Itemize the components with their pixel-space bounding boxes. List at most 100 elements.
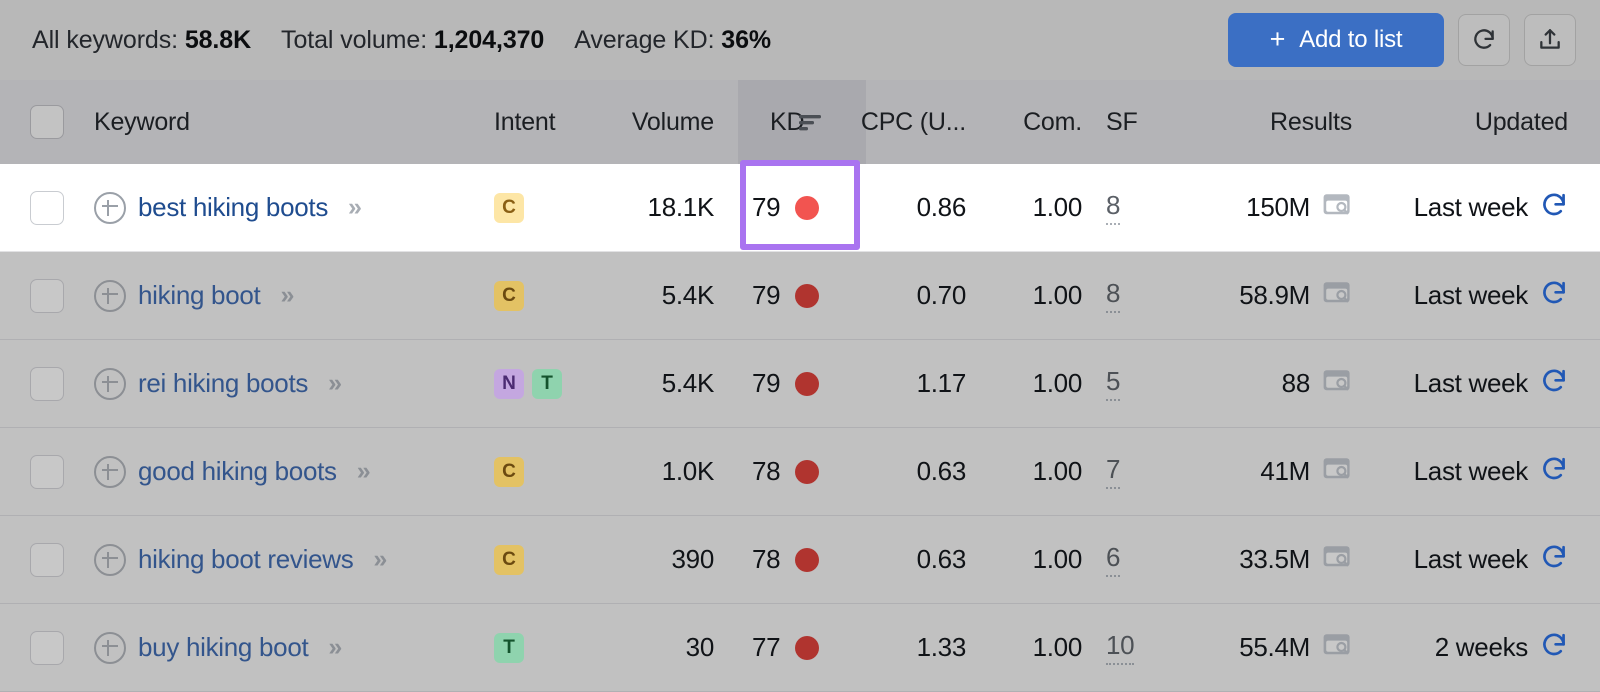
column-header-intent[interactable]: Intent: [494, 80, 604, 164]
column-header-volume[interactable]: Volume: [600, 80, 714, 164]
update-refresh-icon[interactable]: [1540, 191, 1568, 224]
serp-preview-icon[interactable]: [1322, 544, 1352, 575]
intent-badge-t[interactable]: T: [494, 632, 524, 663]
row-checkbox[interactable]: [30, 366, 64, 401]
serp-features-value[interactable]: 6: [1106, 542, 1120, 577]
column-header-updated[interactable]: Updated: [1378, 80, 1568, 164]
serp-features-cell: 10: [1106, 604, 1152, 692]
keyword-link[interactable]: rei hiking boots: [138, 368, 308, 399]
keyword-link[interactable]: hiking boot: [138, 280, 261, 311]
keyword-magic-tool-table: All keywords: 58.8K Total volume: 1,204,…: [0, 0, 1600, 692]
serp-features-cell: 7: [1106, 428, 1152, 516]
intent-badge-c[interactable]: C: [494, 544, 524, 575]
row-checkbox[interactable]: [30, 190, 64, 225]
serp-preview-icon[interactable]: [1322, 280, 1352, 311]
expand-keyword-icon[interactable]: »: [280, 281, 294, 310]
serp-features-value[interactable]: 8: [1106, 190, 1120, 225]
keyword-link[interactable]: hiking boot reviews: [138, 544, 354, 575]
cpc-value: 0.86: [916, 192, 967, 222]
add-keyword-icon[interactable]: [94, 455, 126, 488]
results-value: 41M: [1260, 456, 1310, 486]
keyword-cell: hiking boot »: [94, 252, 474, 340]
intent-cell: T: [494, 604, 604, 692]
cpc-cell: 1.33: [862, 604, 967, 692]
serp-features-value[interactable]: 8: [1106, 278, 1120, 313]
select-all-checkbox[interactable]: [30, 105, 64, 139]
update-refresh-icon[interactable]: [1540, 455, 1568, 488]
volume-value: 390: [671, 544, 715, 574]
column-header-keyword[interactable]: Keyword: [94, 80, 474, 164]
intent-badge-c[interactable]: C: [494, 456, 524, 487]
serp-preview-icon[interactable]: [1322, 192, 1352, 223]
add-keyword-icon[interactable]: [94, 631, 126, 664]
kd-cell: 79: [752, 340, 852, 428]
expand-keyword-icon[interactable]: »: [357, 457, 371, 486]
intent-badge-c[interactable]: C: [494, 280, 524, 311]
add-keyword-icon[interactable]: [94, 191, 126, 224]
cpc-cell: 0.63: [862, 428, 967, 516]
add-to-list-button[interactable]: + Add to list: [1228, 13, 1444, 67]
updated-value: Last week: [1413, 456, 1529, 486]
expand-keyword-icon[interactable]: »: [328, 633, 342, 662]
results-value: 88: [1281, 368, 1311, 398]
table-header-row: Keyword Intent Volume KD CPC (U... Com. …: [0, 80, 1600, 164]
serp-preview-icon[interactable]: [1322, 456, 1352, 487]
column-header-cpc[interactable]: CPC (U...: [861, 80, 966, 164]
intent-badge-n[interactable]: N: [494, 368, 524, 399]
results-cell: 58.9M: [1160, 252, 1352, 340]
cpc-value: 0.63: [916, 544, 967, 574]
updated-cell: Last week: [1378, 164, 1568, 252]
column-header-results[interactable]: Results: [1160, 80, 1352, 164]
refresh-button[interactable]: [1458, 14, 1510, 66]
kd-cell: 77: [752, 604, 852, 692]
keywords-table: Keyword Intent Volume KD CPC (U... Com. …: [0, 80, 1600, 692]
table-row[interactable]: buy hiking boot » T 30 77 1.33 1.00 10 55.4M 2 we…: [0, 604, 1600, 692]
expand-keyword-icon[interactable]: »: [373, 545, 387, 574]
table-row[interactable]: good hiking boots » C 1.0K 78 0.63 1.00 7 41M Las…: [0, 428, 1600, 516]
add-keyword-icon[interactable]: [94, 367, 126, 400]
expand-keyword-icon[interactable]: »: [328, 369, 342, 398]
serp-preview-icon[interactable]: [1322, 632, 1352, 663]
row-checkbox[interactable]: [30, 630, 64, 665]
column-header-volume-label: Volume: [631, 107, 714, 136]
stat-average-kd-value: 36%: [721, 25, 772, 54]
expand-keyword-icon[interactable]: »: [348, 193, 362, 222]
keyword-link[interactable]: good hiking boots: [138, 456, 337, 487]
serp-preview-icon[interactable]: [1322, 368, 1352, 399]
intent-cell: C: [494, 516, 604, 604]
table-row[interactable]: rei hiking boots » N T 5.4K 79 1.17 1.00 5 88 Last…: [0, 340, 1600, 428]
row-select-cell: [30, 428, 74, 516]
table-row[interactable]: hiking boot reviews » C 390 78 0.63 1.00 6 33.5M…: [0, 516, 1600, 604]
update-refresh-icon[interactable]: [1540, 543, 1568, 576]
row-checkbox[interactable]: [30, 278, 64, 313]
update-refresh-icon[interactable]: [1540, 279, 1568, 312]
keyword-link[interactable]: best hiking boots: [138, 192, 328, 223]
column-header-sf-label: SF: [1106, 107, 1138, 136]
kd-cell: 78: [752, 516, 852, 604]
serp-features-value[interactable]: 5: [1106, 366, 1120, 401]
intent-badge-c[interactable]: C: [494, 192, 524, 223]
update-refresh-icon[interactable]: [1540, 631, 1568, 664]
keyword-link[interactable]: buy hiking boot: [138, 632, 309, 663]
update-refresh-icon[interactable]: [1540, 367, 1568, 400]
kd-difficulty-dot: [795, 459, 820, 484]
column-header-kd[interactable]: KD: [770, 80, 860, 164]
intent-badge-t[interactable]: T: [532, 368, 562, 399]
export-button[interactable]: [1524, 14, 1576, 66]
table-body: best hiking boots » C 18.1K 79 0.86 1.00 8 150M L…: [0, 164, 1600, 692]
add-keyword-icon[interactable]: [94, 279, 126, 312]
updated-value: Last week: [1413, 544, 1529, 574]
serp-features-value[interactable]: 10: [1106, 630, 1135, 665]
serp-features-value[interactable]: 7: [1106, 454, 1120, 489]
kd-value: 79: [752, 192, 781, 222]
table-row[interactable]: hiking boot » C 5.4K 79 0.70 1.00 8 58.9M Last we…: [0, 252, 1600, 340]
row-checkbox[interactable]: [30, 542, 64, 577]
sort-descending-icon[interactable]: [795, 110, 825, 134]
add-keyword-icon[interactable]: [94, 543, 126, 576]
row-checkbox[interactable]: [30, 454, 64, 489]
results-value: 58.9M: [1239, 280, 1310, 310]
column-header-sf[interactable]: SF: [1106, 80, 1152, 164]
table-row[interactable]: best hiking boots » C 18.1K 79 0.86 1.00 8 150M L…: [0, 164, 1600, 252]
column-header-updated-label: Updated: [1474, 107, 1568, 136]
column-header-com[interactable]: Com.: [990, 80, 1082, 164]
